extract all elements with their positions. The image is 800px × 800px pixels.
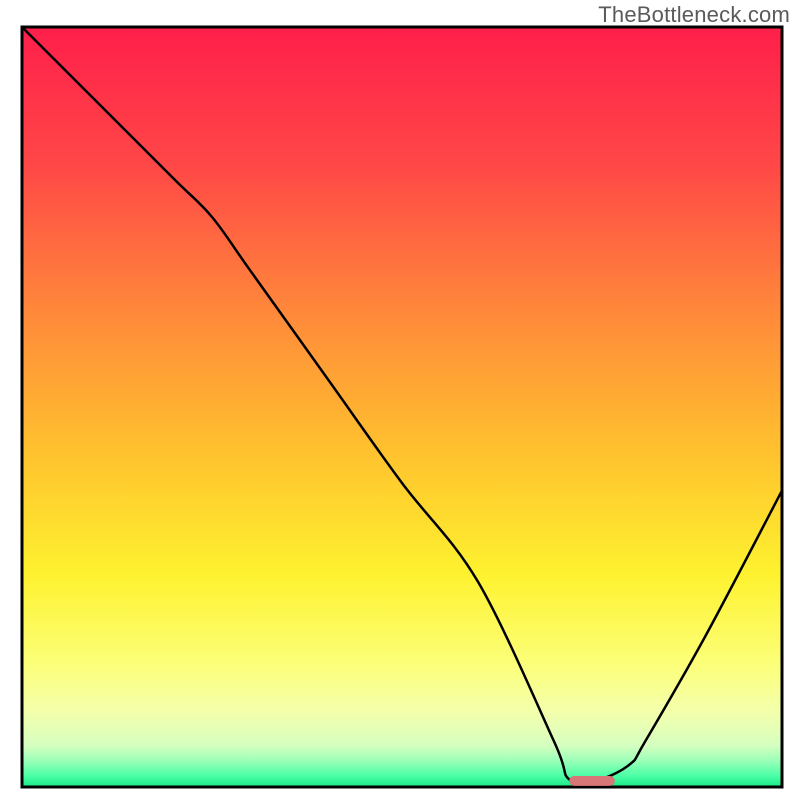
optimal-marker [569, 776, 615, 786]
chart-container: TheBottleneck.com [0, 0, 800, 800]
watermark-text: TheBottleneck.com [598, 2, 790, 28]
bottleneck-chart [0, 0, 800, 800]
